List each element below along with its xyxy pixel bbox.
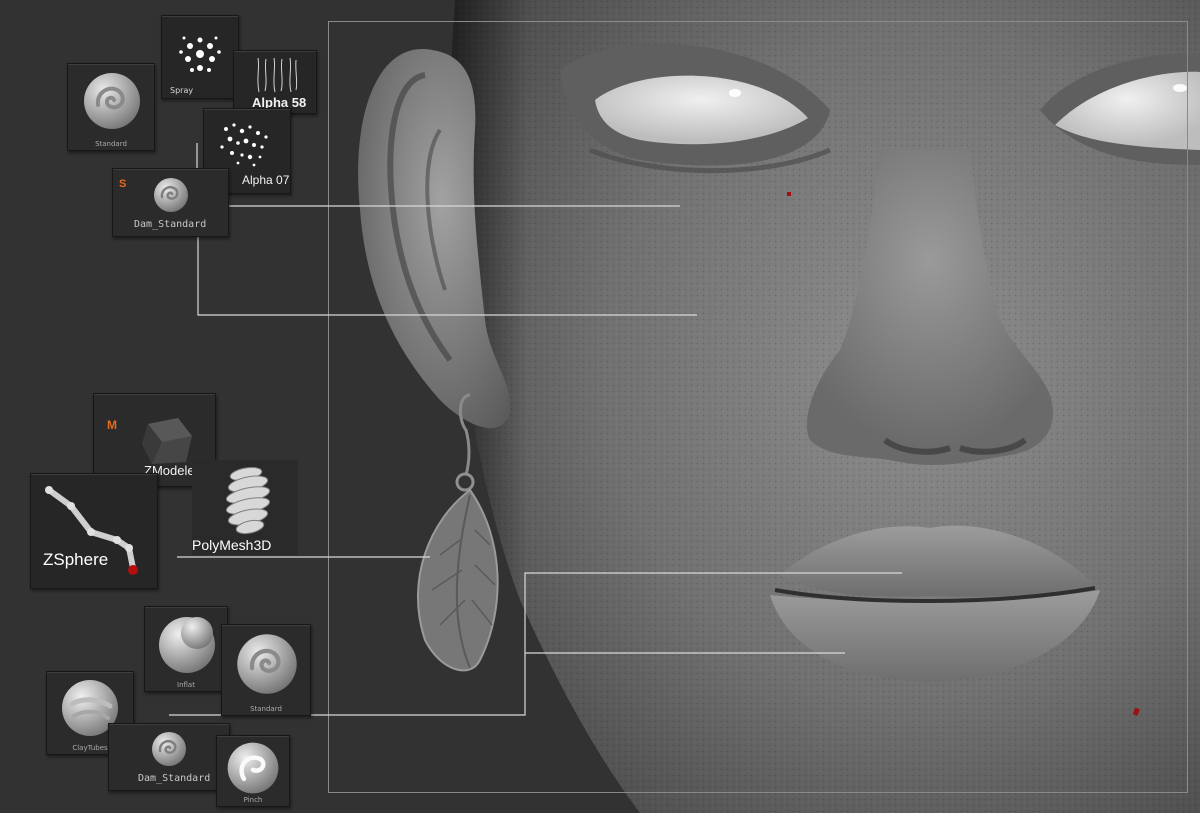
alpha-07-label: Alpha 07 [242, 173, 290, 187]
modifier-mode-mark: M [107, 418, 117, 432]
zsphere-label: ZSphere [43, 550, 109, 569]
inflat-brush-label: Inflat [177, 681, 195, 689]
polymesh3d-label: PolyMesh3D [192, 537, 272, 553]
standard-brush-icon [84, 73, 140, 129]
polymesh3d-spring-icon [225, 466, 271, 535]
spray-stroke-icon [179, 36, 221, 72]
dam-standard-label-lips: Dam_Standard [138, 773, 211, 784]
standard-brush-tile[interactable]: Standard [67, 63, 155, 151]
dam-standard-brush-icon [154, 178, 188, 212]
dam-standard-brush-tile-lips[interactable]: Dam_Standard [108, 723, 230, 791]
dam-standard-label: Dam_Standard [134, 219, 207, 230]
alpha-07-icon [220, 123, 268, 167]
inflat-brush-icon [159, 617, 215, 673]
pinch-brush-tile[interactable]: Pinch [216, 735, 290, 807]
spray-stroke-label: Spray [170, 86, 194, 95]
zmodeler-brush-icon [142, 418, 192, 464]
zsphere-tile[interactable]: ZSphere [30, 473, 158, 589]
alpha-58-tile[interactable]: Alpha 58 [233, 50, 317, 114]
polymesh3d-tile[interactable]: PolyMesh3D [192, 460, 298, 555]
alpha-58-icon [257, 57, 298, 93]
standard-brush-label: Standard [95, 140, 127, 148]
standard-brush-icon [237, 634, 297, 694]
sculptris-mode-mark: S [119, 178, 127, 190]
pinch-brush-icon [227, 742, 279, 794]
standard-brush-tile-lips[interactable]: Standard [221, 624, 311, 716]
dam-standard-brush-icon [152, 732, 186, 766]
sculpt-viewport: Standard Spray Alpha 58 Alpha 07 S Dam_S… [0, 0, 1200, 813]
standard-brush-label-lips: Standard [250, 705, 282, 713]
pinch-brush-label: Pinch [243, 796, 263, 804]
inflat-brush-tile[interactable]: Inflat [144, 606, 228, 692]
dam-standard-brush-tile[interactable]: S Dam_Standard [112, 168, 229, 237]
spray-stroke-tile[interactable]: Spray [161, 15, 239, 99]
